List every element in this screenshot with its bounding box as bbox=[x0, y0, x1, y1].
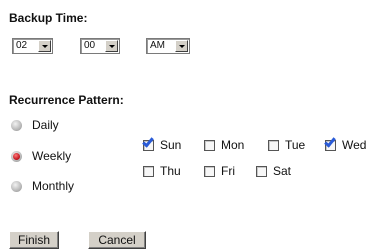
checkbox-wed-label: Wed bbox=[342, 138, 367, 152]
checkbox-fri[interactable]: Fri bbox=[204, 164, 235, 178]
checkbox-icon[interactable] bbox=[268, 139, 279, 151]
checkbox-thu[interactable]: Thu bbox=[143, 164, 181, 178]
radio-daily-label: Daily bbox=[32, 118, 59, 132]
recurrence-heading: Recurrence Pattern: bbox=[9, 93, 124, 107]
checkbox-sun-label: Sun bbox=[160, 138, 182, 152]
checkbox-sat[interactable]: Sat bbox=[256, 164, 291, 178]
radio-daily[interactable]: Daily bbox=[11, 118, 59, 132]
checkbox-icon[interactable] bbox=[256, 165, 267, 177]
checkbox-thu-label: Thu bbox=[160, 164, 181, 178]
radio-weekly[interactable]: Weekly bbox=[11, 149, 71, 163]
ampm-select-value: AM bbox=[150, 40, 165, 51]
checkbox-icon[interactable] bbox=[204, 139, 215, 151]
checkbox-checked-icon[interactable] bbox=[325, 139, 336, 151]
radio-button-icon[interactable] bbox=[11, 119, 22, 131]
backup-time-heading: Backup Time: bbox=[9, 11, 88, 25]
checkbox-mon[interactable]: Mon bbox=[204, 138, 244, 152]
chevron-down-icon bbox=[175, 40, 188, 52]
radio-monthly[interactable]: Monthly bbox=[11, 179, 74, 193]
checkbox-sat-label: Sat bbox=[273, 164, 292, 178]
hour-select-value: 02 bbox=[16, 40, 28, 51]
chevron-down-icon bbox=[105, 40, 118, 52]
hour-select[interactable]: 02 bbox=[12, 38, 53, 54]
radio-monthly-label: Monthly bbox=[32, 179, 75, 193]
checkbox-tue[interactable]: Tue bbox=[268, 138, 305, 152]
radio-button-icon[interactable] bbox=[11, 180, 22, 192]
checkbox-sun[interactable]: Sun bbox=[143, 138, 181, 152]
minute-select-value: 00 bbox=[84, 40, 96, 51]
radio-button-selected-icon[interactable] bbox=[11, 150, 22, 162]
minute-select[interactable]: 00 bbox=[80, 38, 120, 54]
checkbox-wed[interactable]: Wed bbox=[325, 138, 366, 152]
checkbox-icon[interactable] bbox=[204, 165, 215, 177]
finish-button[interactable]: Finish bbox=[9, 231, 59, 249]
radio-weekly-label: Weekly bbox=[32, 149, 72, 163]
checkbox-mon-label: Mon bbox=[221, 138, 245, 152]
chevron-down-icon bbox=[38, 40, 51, 52]
checkbox-icon[interactable] bbox=[143, 165, 154, 177]
checkbox-tue-label: Tue bbox=[285, 138, 306, 152]
ampm-select[interactable]: AM bbox=[146, 38, 190, 54]
checkbox-checked-icon[interactable] bbox=[143, 139, 154, 151]
cancel-button[interactable]: Cancel bbox=[88, 231, 146, 249]
checkbox-fri-label: Fri bbox=[221, 164, 235, 178]
